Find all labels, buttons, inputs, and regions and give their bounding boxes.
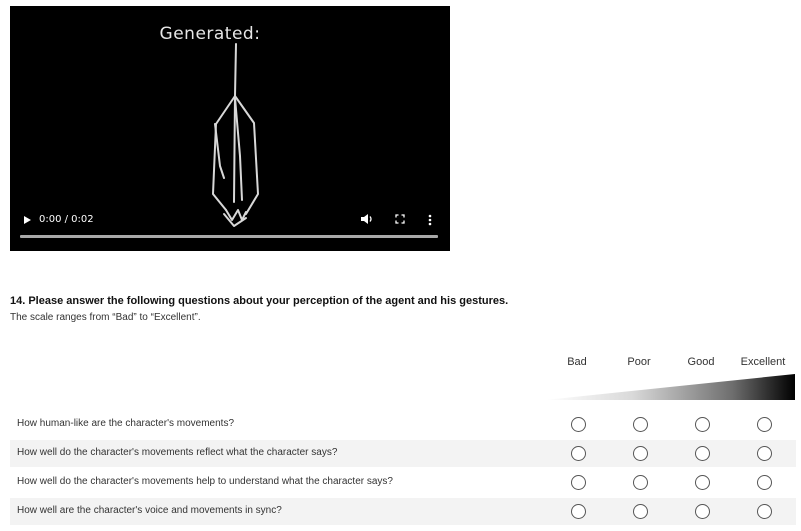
row-label: How well are the character's voice and m… (17, 505, 282, 516)
survey-page: Generated: 0:00 / 0:02 14. Please answer… (0, 0, 801, 531)
question-description: The scale ranges from “Bad” to “Excellen… (10, 312, 201, 323)
radio-poor[interactable] (633, 417, 648, 432)
scale-gradient-bar (545, 374, 795, 400)
column-header-good: Good (687, 356, 715, 368)
matrix-row: How human-like are the character's movem… (10, 411, 796, 438)
column-header-excellent: Excellent (740, 356, 786, 368)
radio-bad[interactable] (571, 504, 586, 519)
video-controls: 0:00 / 0:02 (10, 212, 450, 234)
fullscreen-icon[interactable] (395, 214, 405, 224)
radio-good[interactable] (695, 417, 710, 432)
volume-icon[interactable] (360, 213, 374, 225)
time-display: 0:00 / 0:02 (39, 214, 94, 225)
matrix-row: How well do the character's movements he… (10, 469, 796, 496)
radio-good[interactable] (695, 475, 710, 490)
row-label: How human-like are the character's movem… (17, 418, 235, 429)
column-header-bad: Bad (567, 356, 587, 368)
radio-bad[interactable] (571, 475, 586, 490)
video-player[interactable]: Generated: 0:00 / 0:02 (10, 6, 450, 251)
question-title: 14. Please answer the following question… (10, 295, 509, 307)
more-options-icon[interactable] (428, 214, 432, 226)
radio-excellent[interactable] (757, 504, 772, 519)
play-icon[interactable] (24, 216, 31, 224)
video-progress-bar[interactable] (20, 235, 438, 238)
radio-excellent[interactable] (757, 446, 772, 461)
radio-excellent[interactable] (757, 475, 772, 490)
matrix-row: How well are the character's voice and m… (10, 498, 796, 525)
matrix-row: How well do the character's movements re… (10, 440, 796, 467)
row-label: How well do the character's movements re… (17, 447, 338, 458)
radio-bad[interactable] (571, 417, 586, 432)
radio-bad[interactable] (571, 446, 586, 461)
radio-good[interactable] (695, 504, 710, 519)
radio-poor[interactable] (633, 475, 648, 490)
radio-poor[interactable] (633, 446, 648, 461)
radio-poor[interactable] (633, 504, 648, 519)
column-header-poor: Poor (627, 356, 651, 368)
row-label: How well do the character's movements he… (17, 476, 393, 487)
radio-excellent[interactable] (757, 417, 772, 432)
radio-good[interactable] (695, 446, 710, 461)
